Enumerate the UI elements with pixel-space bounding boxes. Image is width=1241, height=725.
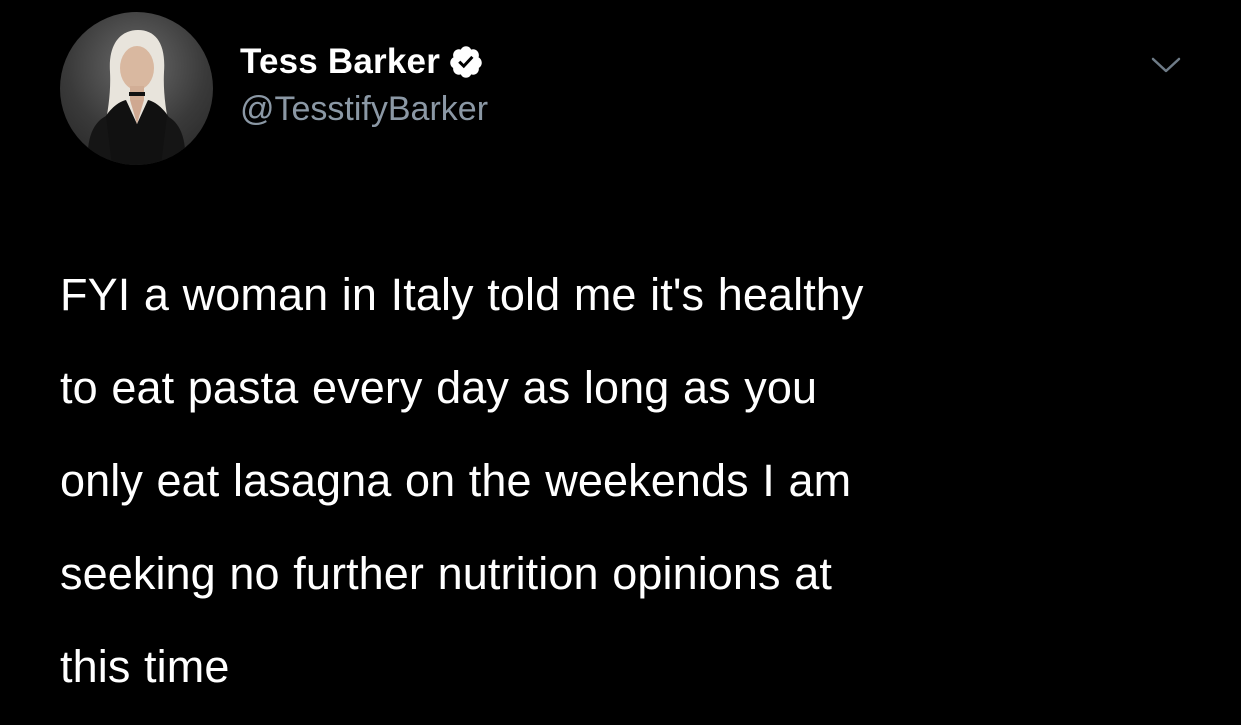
- tweet-text-line: to eat pasta every day as long as you: [60, 362, 818, 413]
- chevron-down-icon[interactable]: [1148, 52, 1184, 80]
- tweet-card: Tess Barker @TesstifyBarker FYI a woman …: [0, 0, 1241, 725]
- tweet-text-line: only eat lasagna on the weekends I am: [60, 455, 852, 506]
- tweet-text: FYI a woman in Italy told me it's health…: [60, 248, 1180, 713]
- author-name-row: Tess Barker: [240, 40, 488, 84]
- profile-photo: [87, 30, 186, 165]
- tweet-text-line: this time: [60, 641, 230, 692]
- avatar[interactable]: [60, 12, 213, 165]
- verified-badge-icon: [448, 44, 484, 80]
- tweet-text-line: seeking no further nutrition opinions at: [60, 548, 832, 599]
- tweet-text-line: FYI a woman in Italy told me it's health…: [60, 269, 864, 320]
- author-display-name[interactable]: Tess Barker: [240, 42, 440, 82]
- tweet-author: Tess Barker @TesstifyBarker: [240, 40, 488, 129]
- author-handle[interactable]: @TesstifyBarker: [240, 90, 488, 129]
